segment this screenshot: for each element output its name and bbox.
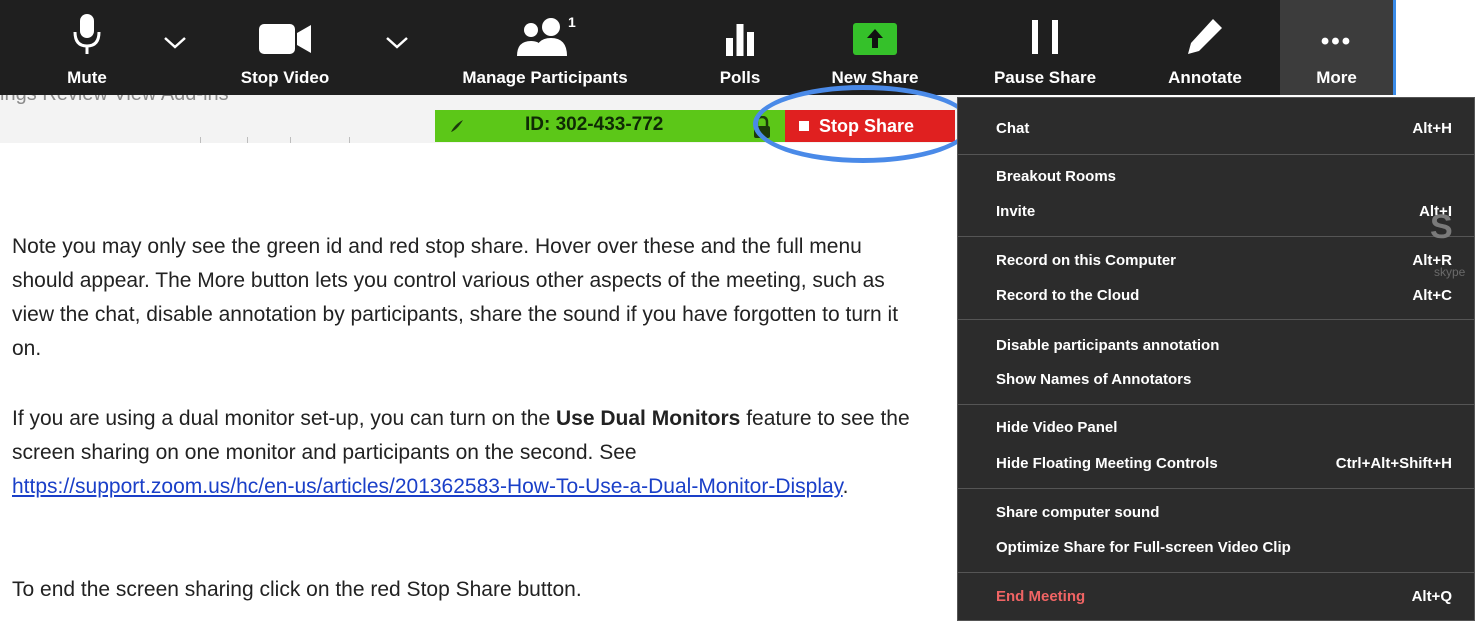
paragraph-dual-monitor: If you are using a dual monitor set-up, …: [12, 402, 912, 504]
microphone-icon: [72, 0, 102, 56]
pause-share-label: Pause Share: [993, 68, 1097, 87]
share-arrow-icon: [852, 0, 898, 56]
menu-item-optimize-share[interactable]: Optimize Share for Full-screen Video Cli…: [996, 533, 1452, 561]
drag-handle-icon[interactable]: [449, 118, 465, 134]
menu-label: Share computer sound: [996, 503, 1160, 521]
bar-chart-icon: [725, 0, 755, 56]
participant-count-badge: 1: [568, 14, 576, 30]
menu-item-disable-annotation[interactable]: Disable participants annotation: [996, 331, 1452, 359]
dual-monitor-text-a: If you are using a dual monitor set-up, …: [12, 407, 556, 430]
menu-label: Optimize Share for Full-screen Video Cli…: [996, 538, 1291, 556]
polls-button[interactable]: Polls: [700, 0, 780, 95]
menu-item-chat[interactable]: Chat Alt+H: [996, 114, 1452, 142]
more-label: More: [1316, 68, 1357, 87]
dual-monitor-bold: Use Dual Monitors: [556, 407, 741, 430]
stop-video-button[interactable]: Stop Video: [230, 0, 340, 95]
menu-label: Record to the Cloud: [996, 286, 1140, 304]
manage-participants-button[interactable]: Manage Participants: [440, 0, 650, 95]
dual-monitor-text-c: .: [842, 475, 849, 498]
new-share-button[interactable]: New Share: [815, 0, 935, 95]
ribbon-control: [290, 137, 350, 143]
meeting-id-bar[interactable]: ID: 302-433-772: [435, 110, 785, 142]
menu-label: End Meeting: [996, 587, 1086, 605]
menu-label: Breakout Rooms: [996, 167, 1117, 185]
pencil-icon: [1185, 0, 1225, 56]
skype-logo-ghost: S: [1430, 208, 1453, 246]
pause-share-button[interactable]: Pause Share: [975, 0, 1115, 95]
polls-label: Polls: [719, 68, 761, 87]
video-camera-icon: [257, 0, 313, 56]
menu-item-hide-video-panel[interactable]: Hide Video Panel: [996, 413, 1452, 441]
meeting-id: ID: 302-433-772: [525, 114, 664, 135]
paragraph-end-share: To end the screen sharing click on the r…: [12, 578, 582, 601]
menu-item-hide-floating-controls[interactable]: Hide Floating Meeting Controls Ctrl+Alt+…: [996, 449, 1452, 477]
menu-label: Chat: [996, 119, 1030, 137]
meeting-toolbar: Mute Stop Video Manage Participants 1 Po…: [0, 0, 1395, 95]
pause-icon: [1030, 0, 1060, 56]
menu-item-record-cloud[interactable]: Record to the Cloud Alt+C: [996, 281, 1452, 309]
menu-divider: [958, 488, 1474, 489]
more-dropdown-menu: Chat Alt+H Breakout Rooms Invite Alt+I R…: [957, 97, 1475, 621]
menu-label: Show Names of Annotators: [996, 370, 1192, 388]
menu-label: Disable participants annotation: [996, 336, 1220, 354]
menu-label: Invite: [996, 202, 1036, 220]
menu-item-breakout-rooms[interactable]: Breakout Rooms: [996, 162, 1452, 190]
dual-monitor-link[interactable]: https://support.zoom.us/hc/en-us/article…: [12, 475, 843, 498]
menu-item-invite[interactable]: Invite Alt+I: [996, 197, 1452, 225]
chevron-down-icon[interactable]: [163, 36, 187, 55]
menu-label: Record on this Computer: [996, 251, 1177, 269]
menu-shortcut: Alt+Q: [1411, 587, 1452, 605]
skype-text-ghost: skype: [1434, 265, 1466, 279]
menu-divider: [958, 572, 1474, 573]
menu-divider: [958, 154, 1474, 155]
menu-label: Hide Floating Meeting Controls: [996, 454, 1218, 472]
menu-item-record-computer[interactable]: Record on this Computer Alt+R: [996, 246, 1452, 274]
menu-divider: [958, 236, 1474, 237]
manage-participants-label: Manage Participants: [462, 68, 628, 87]
more-dots-icon: •••: [1320, 28, 1353, 55]
mute-label: Mute: [67, 68, 107, 87]
menu-item-end-meeting[interactable]: End Meeting Alt+Q: [996, 582, 1452, 610]
ribbon-tabs: ings Review View Add-ins: [0, 95, 229, 106]
ribbon-control: [200, 137, 248, 143]
paragraph-hover-note: Note you may only see the green id and r…: [12, 235, 899, 360]
toolbar-edge: [1393, 0, 1396, 95]
chevron-down-icon[interactable]: [385, 36, 409, 55]
annotate-button[interactable]: Annotate: [1145, 0, 1265, 95]
annotate-label: Annotate: [1168, 68, 1242, 87]
stop-video-label: Stop Video: [240, 68, 330, 87]
menu-label: Hide Video Panel: [996, 418, 1118, 436]
menu-shortcut: Alt+C: [1412, 286, 1452, 304]
menu-shortcut: Alt+H: [1412, 119, 1452, 137]
menu-item-show-annotators[interactable]: Show Names of Annotators: [996, 365, 1452, 393]
menu-item-share-computer-sound[interactable]: Share computer sound: [996, 498, 1452, 526]
menu-divider: [958, 404, 1474, 405]
more-button[interactable]: ••• More: [1280, 0, 1393, 95]
mute-button[interactable]: Mute: [42, 0, 132, 95]
highlight-ellipse: [753, 85, 973, 163]
menu-divider: [958, 319, 1474, 320]
menu-shortcut: Ctrl+Alt+Shift+H: [1335, 454, 1452, 472]
